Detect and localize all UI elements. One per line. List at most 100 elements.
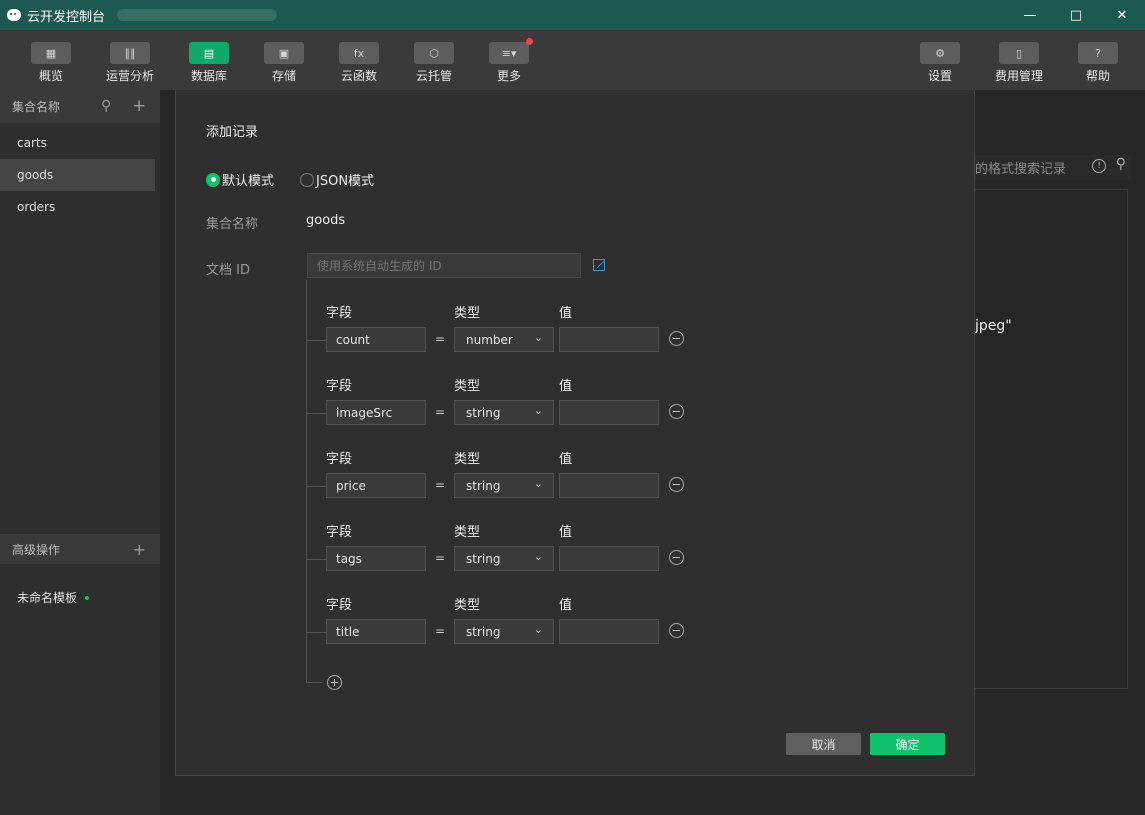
json-mode-label: JSON模式 xyxy=(316,174,375,189)
toolbar-database[interactable]: ▤ 数据库 xyxy=(179,42,239,84)
equals-sign: = xyxy=(435,332,446,346)
field-type-select[interactable]: string ⌄ xyxy=(454,473,554,498)
field-type-select[interactable]: string ⌄ xyxy=(454,619,554,644)
bar-chart-icon: ∥∥ xyxy=(110,42,150,64)
collection-item[interactable]: orders xyxy=(0,191,160,223)
collections-sidebar: 集合名称 ⚲ + carts goods orders 高级操作 + 未命名模板 xyxy=(0,90,161,815)
field-header: 字段 xyxy=(326,306,353,321)
toolbar-container[interactable]: ⬡ 云托管 xyxy=(404,42,464,84)
toolbar-billing[interactable]: ▯ 费用管理 xyxy=(989,42,1049,84)
toolbar-label: 概览 xyxy=(38,69,63,83)
confirm-button[interactable]: 确定 xyxy=(870,733,945,755)
collection-item-selected[interactable]: goods xyxy=(0,159,155,191)
collections-header-label: 集合名称 xyxy=(12,100,61,114)
toolbar-label: 存储 xyxy=(271,69,296,83)
tree-branch xyxy=(306,340,326,341)
toolbar-help[interactable]: ? 帮助 xyxy=(1068,42,1128,84)
docid-input[interactable] xyxy=(307,253,581,278)
field-value-input[interactable] xyxy=(559,546,659,571)
window-title: 云开发控制台 xyxy=(27,9,106,25)
radio-unchecked-icon xyxy=(300,172,315,187)
value-header: 值 xyxy=(559,525,573,540)
collection-item[interactable]: carts xyxy=(0,127,160,159)
field-type-value: string xyxy=(466,479,501,493)
collection-value: goods xyxy=(306,213,346,228)
minimize-button[interactable]: — xyxy=(1007,0,1053,30)
tree-branch xyxy=(306,632,326,633)
status-dot xyxy=(85,595,90,600)
help-icon: ? xyxy=(1078,42,1118,64)
field-value-input[interactable] xyxy=(559,619,659,644)
json-mode-option[interactable]: JSON模式 xyxy=(300,170,374,189)
toolbar-label: 帮助 xyxy=(1085,69,1110,83)
field-value-input[interactable] xyxy=(559,473,659,498)
close-button[interactable]: ✕ xyxy=(1099,0,1145,30)
remove-field-icon[interactable] xyxy=(669,623,684,638)
record-search[interactable]: 的格式搜索记录 ! ⚲ xyxy=(975,155,1130,179)
search-icon[interactable]: ⚲ xyxy=(101,98,111,114)
field-row: 字段 类型 值 title = string ⌄ xyxy=(306,594,696,654)
remove-field-icon[interactable] xyxy=(669,550,684,565)
field-type-select[interactable]: string ⌄ xyxy=(454,400,554,425)
toolbar-analytics[interactable]: ∥∥ 运营分析 xyxy=(100,42,160,84)
toolbar-settings[interactable]: ⚙ 设置 xyxy=(910,42,970,84)
add-template-icon[interactable]: + xyxy=(133,540,146,559)
record-snippet: jpeg" xyxy=(975,318,1012,334)
search-icon[interactable]: ⚲ xyxy=(1116,156,1126,172)
wechat-icon xyxy=(7,9,21,21)
add-collection-icon[interactable]: + xyxy=(132,96,146,116)
chevron-down-icon: ⌄ xyxy=(533,331,543,344)
field-row: 字段 类型 值 count = number ⌄ xyxy=(306,302,696,362)
remove-field-icon[interactable] xyxy=(669,404,684,419)
toolbar-label: 数据库 xyxy=(190,69,227,83)
field-value-input[interactable] xyxy=(559,400,659,425)
chevron-down-icon: ⌄ xyxy=(533,623,543,636)
maximize-button[interactable]: □ xyxy=(1053,0,1099,30)
field-name-input[interactable]: tags xyxy=(326,546,426,571)
default-mode-option[interactable]: 默认模式 xyxy=(206,170,274,189)
field-type-select[interactable]: string ⌄ xyxy=(454,546,554,571)
account-name-blurred xyxy=(117,9,278,21)
toolbar-storage[interactable]: ▣ 存储 xyxy=(254,42,314,84)
field-name-input[interactable]: imageSrc xyxy=(326,400,426,425)
field-header: 字段 xyxy=(326,452,353,467)
main-toolbar: ▦ 概览 ∥∥ 运营分析 ▤ 数据库 ▣ 存储 fx 云函数 ⬡ 云托管 ≡▾ … xyxy=(0,30,1145,90)
equals-sign: = xyxy=(435,624,446,638)
value-header: 值 xyxy=(559,306,573,321)
tree-branch xyxy=(306,559,326,560)
chevron-down-icon: ⌄ xyxy=(533,477,543,490)
field-type-select[interactable]: number ⌄ xyxy=(454,327,554,352)
tree-branch xyxy=(306,413,326,414)
toolbar-functions[interactable]: fx 云函数 xyxy=(329,42,389,84)
field-type-value: string xyxy=(466,406,501,420)
field-header: 字段 xyxy=(326,379,353,394)
layers-icon: ≡▾ xyxy=(489,38,533,64)
field-name-input[interactable]: price xyxy=(326,473,426,498)
record-panel: jpeg" xyxy=(975,189,1128,689)
function-icon: fx xyxy=(339,42,379,64)
toolbar-label: 更多 xyxy=(496,69,521,83)
value-header: 值 xyxy=(559,598,573,613)
equals-sign: = xyxy=(435,551,446,565)
docid-label: 文档 ID xyxy=(206,263,250,278)
toolbar-more[interactable]: ≡▾ 更多 xyxy=(479,38,539,84)
remove-field-icon[interactable] xyxy=(669,477,684,492)
billing-icon: ▯ xyxy=(999,42,1039,64)
field-value-input[interactable] xyxy=(559,327,659,352)
remove-field-icon[interactable] xyxy=(669,331,684,346)
toolbar-overview[interactable]: ▦ 概览 xyxy=(21,42,81,84)
field-name-input[interactable]: count xyxy=(326,327,426,352)
info-icon[interactable]: ! xyxy=(1092,159,1106,173)
collection-label: 集合名称 xyxy=(206,217,259,232)
toolbar-label: 费用管理 xyxy=(994,69,1043,83)
field-name-input[interactable]: title xyxy=(326,619,426,644)
advanced-header-label: 高级操作 xyxy=(12,542,61,557)
equals-sign: = xyxy=(435,405,446,419)
edit-icon[interactable] xyxy=(593,259,605,271)
database-icon: ▤ xyxy=(189,42,229,64)
cancel-button[interactable]: 取消 xyxy=(786,733,861,755)
add-field-icon[interactable] xyxy=(327,675,342,690)
template-item[interactable]: 未命名模板 xyxy=(17,589,90,606)
dialog-title: 添加记录 xyxy=(206,125,259,140)
type-header: 类型 xyxy=(454,525,481,540)
